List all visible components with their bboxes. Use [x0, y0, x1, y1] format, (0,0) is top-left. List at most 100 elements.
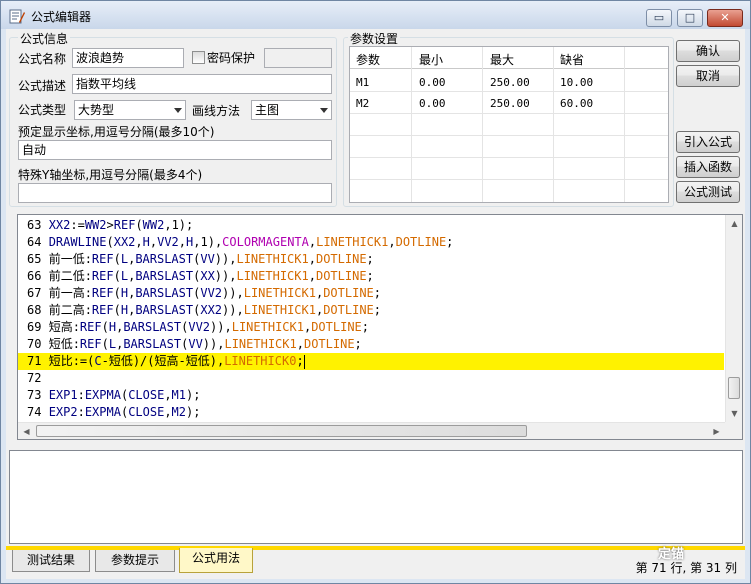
line-number: 64 — [27, 235, 49, 249]
code-line[interactable]: 65 前一低:REF(L,BARSLAST(VV)),LINETHICK1,DO… — [18, 251, 724, 268]
preset-coords-label: 预定显示坐标,用逗号分隔(最多10个) — [18, 125, 215, 139]
formula-type-value: 大势型 — [78, 103, 115, 117]
horizontal-scrollbar[interactable]: ◀ ▶ — [18, 422, 725, 439]
table-divider — [350, 91, 668, 92]
close-icon: ✕ — [720, 11, 730, 24]
tab-formula-usage[interactable]: 公式用法 — [179, 548, 253, 573]
formula-info-title: 公式信息 — [18, 30, 71, 47]
code-text: EXP2:EXPMA(CLOSE,M2); — [48, 405, 201, 419]
formula-type-label: 公式类型 — [18, 103, 67, 117]
vertical-scroll-thumb[interactable] — [728, 377, 740, 399]
tab-param-hints[interactable]: 参数提示 — [95, 550, 175, 572]
minimize-button[interactable]: ▭ — [646, 9, 672, 27]
code-text: 前二低:REF(L,BARSLAST(XX)),LINETHICK1,DOTLI… — [48, 269, 374, 283]
params-table[interactable]: 参数 最小 最大 缺省 M1 0.00 250.00 10.00 M2 0.00… — [349, 46, 669, 203]
code-text: 前二高:REF(H,BARSLAST(XX2)),LINETHICK1,DOTL… — [48, 303, 382, 317]
code-text: XX2:=WW2>REF(WW2,1); — [48, 218, 194, 232]
param-cell[interactable]: 250.00 — [490, 97, 530, 110]
code-line[interactable]: 68 前二高:REF(H,BARSLAST(XX2)),LINETHICK1,D… — [18, 302, 724, 319]
code-line[interactable]: 66 前二低:REF(L,BARSLAST(XX)),LINETHICK1,DO… — [18, 268, 724, 285]
code-editor[interactable]: 63 XX2:=WW2>REF(WW2,1); 64 DRAWLINE(XX2,H… — [17, 214, 743, 440]
vertical-scrollbar[interactable]: ▲ ▼ — [725, 215, 742, 422]
line-number: 65 — [27, 252, 49, 266]
special-y-field[interactable] — [18, 183, 332, 203]
line-number: 72 — [27, 371, 49, 385]
code-text: 短低:REF(L,BARSLAST(VV)),LINETHICK1,DOTLIN… — [48, 337, 362, 351]
window-title: 公式编辑器 — [31, 10, 92, 24]
code-line[interactable]: 69 短高:REF(H,BARSLAST(VV2)),LINETHICK1,DO… — [18, 319, 724, 336]
code-line[interactable]: 71 短比:=(C-短低)/(短高-短低),LINETHICK0; — [18, 353, 724, 370]
close-button[interactable]: ✕ — [707, 9, 743, 27]
maximize-button[interactable]: □ — [677, 9, 703, 27]
line-number: 67 — [27, 286, 49, 300]
param-cell[interactable]: M2 — [356, 97, 369, 110]
chevron-down-icon — [320, 108, 328, 113]
scroll-right-icon[interactable]: ▶ — [708, 423, 725, 439]
code-line[interactable]: 74 EXP2:EXPMA(CLOSE,M2); — [18, 404, 724, 421]
insert-function-button[interactable]: 插入函数 — [676, 156, 740, 178]
test-formula-button[interactable]: 公式测试 — [676, 181, 740, 203]
horizontal-scroll-thumb[interactable] — [36, 425, 527, 437]
code-line[interactable]: 73 EXP1:EXPMA(CLOSE,M1); — [18, 387, 724, 404]
title-bar[interactable]: 公式编辑器 ▭ □ ✕ — [1, 1, 750, 29]
param-cell[interactable]: 60.00 — [560, 97, 593, 110]
formula-name-label: 公式名称 — [18, 52, 67, 66]
formula-name-field[interactable]: 波浪趋势 — [72, 48, 184, 68]
scroll-up-icon[interactable]: ▲ — [726, 215, 742, 232]
special-y-label: 特殊Y轴坐标,用逗号分隔(最多4个) — [18, 168, 203, 182]
chevron-down-icon — [174, 108, 182, 113]
code-line[interactable]: 72 — [18, 370, 724, 387]
import-formula-button[interactable]: 引入公式 — [676, 131, 740, 153]
code-line[interactable]: 70 短低:REF(L,BARSLAST(VV)),LINETHICK1,DOT… — [18, 336, 724, 353]
line-number: 68 — [27, 303, 49, 317]
password-label: 密码保护 — [207, 51, 256, 65]
formula-editor-window: 公式编辑器 ▭ □ ✕ 公式信息 公式名称 波浪趋势 密码保护 公式描述 指数平… — [0, 0, 751, 584]
params-title: 参数设置 — [348, 30, 401, 47]
param-cell[interactable]: 0.00 — [419, 97, 446, 110]
code-line[interactable]: 64 DRAWLINE(XX2,H,VV2,H,1),COLORMAGENTA,… — [18, 234, 724, 251]
code-text: 前一低:REF(L,BARSLAST(VV)),LINETHICK1,DOTLI… — [48, 252, 374, 266]
param-cell[interactable]: M1 — [356, 76, 369, 89]
maximize-icon: □ — [684, 11, 696, 24]
draw-method-label: 画线方法 — [192, 104, 241, 118]
line-number: 70 — [27, 337, 49, 351]
formula-type-select[interactable]: 大势型 — [74, 100, 186, 120]
dialog-body: 公式信息 公式名称 波浪趋势 密码保护 公式描述 指数平均线 公式类型 大势型 … — [6, 29, 745, 579]
code-line[interactable]: 67 前一高:REF(H,BARSLAST(VV2)),LINETHICK1,D… — [18, 285, 724, 302]
param-cell[interactable]: 250.00 — [490, 76, 530, 89]
tab-test-results[interactable]: 测试结果 — [12, 550, 90, 572]
param-cell[interactable]: 0.00 — [419, 76, 446, 89]
table-divider — [350, 113, 668, 114]
code-text: EXP1:EXPMA(CLOSE,M1); — [48, 388, 201, 402]
preset-coords-field[interactable]: 自动 — [18, 140, 332, 160]
params-header-row: 参数 最小 最大 缺省 — [350, 47, 668, 69]
text-caret — [303, 354, 305, 369]
minimize-icon: ▭ — [653, 11, 665, 24]
code-text: 短比:=(C-短低)/(短高-短低),LINETHICK0; — [48, 354, 304, 368]
code-line[interactable]: 63 XX2:=WW2>REF(WW2,1); — [18, 217, 724, 234]
line-number: 71 — [27, 354, 49, 368]
scroll-left-icon[interactable]: ◀ — [18, 423, 35, 439]
table-divider — [350, 179, 668, 180]
line-number: 69 — [27, 320, 49, 334]
draw-method-value: 主图 — [255, 103, 280, 117]
password-field[interactable] — [264, 48, 332, 68]
table-divider — [350, 135, 668, 136]
param-cell[interactable]: 10.00 — [560, 76, 593, 89]
cancel-button[interactable]: 取消 — [676, 65, 740, 87]
confirm-button[interactable]: 确认 — [676, 40, 740, 62]
line-number: 73 — [27, 388, 49, 402]
formula-desc-field[interactable]: 指数平均线 — [72, 74, 332, 94]
scroll-down-icon[interactable]: ▼ — [726, 405, 742, 422]
param-header-min: 最小 — [419, 53, 444, 67]
scroll-corner — [725, 422, 742, 439]
code-text: DRAWLINE(XX2,H,VV2,H,1),COLORMAGENTA,LIN… — [48, 235, 454, 249]
password-checkbox[interactable] — [192, 51, 205, 64]
code-text: 短高:REF(H,BARSLAST(VV2)),LINETHICK1,DOTLI… — [48, 320, 370, 334]
param-header-name: 参数 — [356, 53, 381, 67]
cursor-position-status: 第 71 行, 第 31 列 — [635, 561, 737, 575]
output-panel[interactable] — [9, 450, 743, 544]
draw-method-select[interactable]: 主图 — [251, 100, 332, 120]
param-header-max: 最大 — [490, 53, 515, 67]
line-number: 74 — [27, 405, 49, 419]
